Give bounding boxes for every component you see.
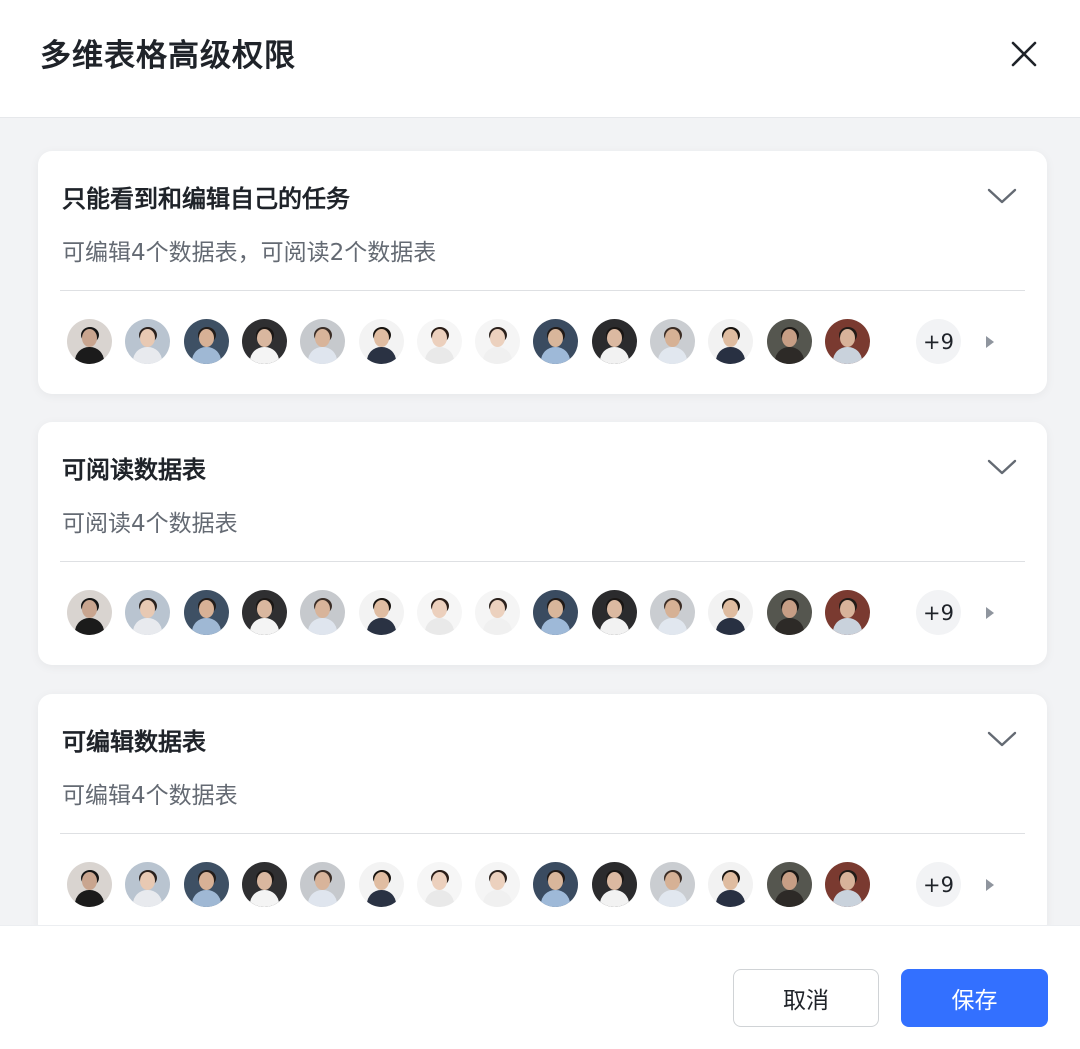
member-avatar[interactable] bbox=[125, 319, 170, 364]
member-avatar-list: +9 bbox=[67, 319, 1027, 365]
card-divider bbox=[60, 290, 1025, 291]
member-avatar[interactable] bbox=[300, 319, 345, 364]
member-avatar[interactable] bbox=[67, 590, 112, 635]
member-avatar[interactable] bbox=[417, 862, 462, 907]
more-members-count[interactable]: +9 bbox=[916, 590, 961, 635]
member-avatar[interactable] bbox=[184, 590, 229, 635]
member-avatar[interactable] bbox=[533, 862, 578, 907]
member-avatar[interactable] bbox=[708, 319, 753, 364]
card-title: 只能看到和编辑自己的任务 bbox=[62, 185, 350, 213]
member-avatar[interactable] bbox=[533, 590, 578, 635]
member-avatar[interactable] bbox=[242, 319, 287, 364]
member-avatar[interactable] bbox=[767, 862, 812, 907]
card-description: 可编辑4个数据表 bbox=[62, 783, 238, 809]
show-more-button[interactable] bbox=[982, 603, 998, 623]
member-avatar[interactable] bbox=[184, 862, 229, 907]
member-avatar[interactable] bbox=[184, 319, 229, 364]
permission-card: 可编辑数据表 可编辑4个数据表 +9 bbox=[38, 694, 1047, 925]
member-avatar[interactable] bbox=[592, 862, 637, 907]
dialog-body[interactable]: 只能看到和编辑自己的任务 可编辑4个数据表，可阅读2个数据表 +9 可阅读数据表… bbox=[0, 119, 1080, 925]
dialog-footer: 取消 保存 bbox=[0, 925, 1080, 1049]
member-avatar[interactable] bbox=[592, 319, 637, 364]
member-avatar[interactable] bbox=[475, 862, 520, 907]
chevron-down-icon bbox=[987, 731, 1017, 747]
expand-card-button[interactable] bbox=[984, 724, 1020, 754]
close-icon bbox=[1011, 41, 1037, 67]
dialog-title: 多维表格高级权限 bbox=[40, 38, 296, 74]
member-avatar[interactable] bbox=[300, 590, 345, 635]
member-avatar[interactable] bbox=[592, 590, 637, 635]
triangle-right-icon bbox=[986, 607, 994, 619]
chevron-down-icon bbox=[987, 188, 1017, 204]
member-avatar[interactable] bbox=[359, 590, 404, 635]
member-avatar[interactable] bbox=[67, 862, 112, 907]
card-description: 可阅读4个数据表 bbox=[62, 511, 238, 537]
member-avatar[interactable] bbox=[359, 319, 404, 364]
member-avatar[interactable] bbox=[300, 862, 345, 907]
chevron-down-icon bbox=[987, 459, 1017, 475]
member-avatar[interactable] bbox=[825, 590, 870, 635]
card-title: 可编辑数据表 bbox=[62, 728, 206, 756]
member-avatar[interactable] bbox=[708, 590, 753, 635]
member-avatar[interactable] bbox=[825, 319, 870, 364]
member-avatar[interactable] bbox=[650, 319, 695, 364]
card-title: 可阅读数据表 bbox=[62, 456, 206, 484]
dialog-header: 多维表格高级权限 bbox=[0, 0, 1080, 118]
member-avatar-list: +9 bbox=[67, 590, 1027, 636]
member-avatar[interactable] bbox=[475, 590, 520, 635]
save-button[interactable]: 保存 bbox=[901, 969, 1048, 1027]
member-avatar[interactable] bbox=[767, 319, 812, 364]
card-description: 可编辑4个数据表，可阅读2个数据表 bbox=[62, 240, 437, 266]
close-button[interactable] bbox=[1004, 34, 1044, 74]
triangle-right-icon bbox=[986, 336, 994, 348]
member-avatar[interactable] bbox=[67, 319, 112, 364]
more-members-count[interactable]: +9 bbox=[916, 319, 961, 364]
member-avatar[interactable] bbox=[650, 862, 695, 907]
expand-card-button[interactable] bbox=[984, 452, 1020, 482]
card-divider bbox=[60, 833, 1025, 834]
member-avatar[interactable] bbox=[417, 590, 462, 635]
permission-card: 只能看到和编辑自己的任务 可编辑4个数据表，可阅读2个数据表 +9 bbox=[38, 151, 1047, 394]
member-avatar[interactable] bbox=[242, 590, 287, 635]
member-avatar[interactable] bbox=[417, 319, 462, 364]
permissions-dialog: 多维表格高级权限 只能看到和编辑自己的任务 可编辑4个数据表，可阅读2个数据表 … bbox=[0, 0, 1080, 1049]
show-more-button[interactable] bbox=[982, 332, 998, 352]
triangle-right-icon bbox=[986, 879, 994, 891]
member-avatar[interactable] bbox=[825, 862, 870, 907]
member-avatar[interactable] bbox=[359, 862, 404, 907]
permission-card: 可阅读数据表 可阅读4个数据表 +9 bbox=[38, 422, 1047, 665]
member-avatar[interactable] bbox=[650, 590, 695, 635]
member-avatar[interactable] bbox=[767, 590, 812, 635]
cancel-button[interactable]: 取消 bbox=[733, 969, 879, 1027]
member-avatar[interactable] bbox=[125, 862, 170, 907]
show-more-button[interactable] bbox=[982, 875, 998, 895]
more-members-count[interactable]: +9 bbox=[916, 862, 961, 907]
member-avatar[interactable] bbox=[475, 319, 520, 364]
member-avatar[interactable] bbox=[708, 862, 753, 907]
member-avatar[interactable] bbox=[533, 319, 578, 364]
member-avatar[interactable] bbox=[125, 590, 170, 635]
member-avatar[interactable] bbox=[242, 862, 287, 907]
expand-card-button[interactable] bbox=[984, 181, 1020, 211]
member-avatar-list: +9 bbox=[67, 862, 1027, 908]
card-divider bbox=[60, 561, 1025, 562]
